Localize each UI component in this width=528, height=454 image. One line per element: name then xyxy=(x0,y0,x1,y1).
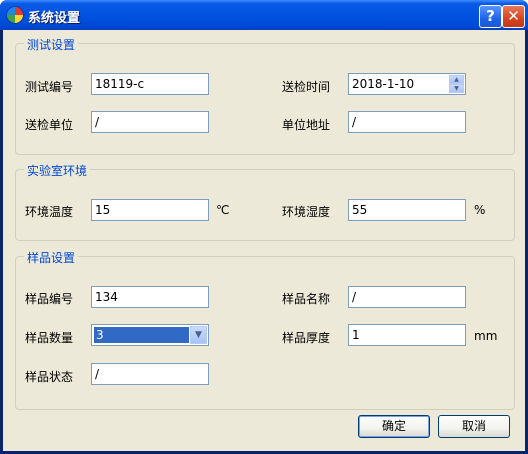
window-title: 系统设置 xyxy=(28,11,81,26)
thickness-field[interactable]: 1 xyxy=(348,324,466,346)
sample-count-select[interactable]: 3 ▼ xyxy=(91,324,209,346)
lab-environment-legend: 实验室环境 xyxy=(24,162,91,179)
test-settings-group: 测试设置 测试编号 18119-c 送检时间 2018-1-10 ▲ ▼ 送检单… xyxy=(15,36,515,155)
test-no-field[interactable]: 18119-c xyxy=(91,73,209,95)
close-button[interactable]: ✕ xyxy=(502,5,525,28)
sample-settings-group: 样品设置 样品编号 134 样品名称 / 样品数量 3 ▼ 样品厚度 1 mm … xyxy=(15,249,515,410)
send-time-label: 送检时间 xyxy=(282,80,331,94)
chevron-down-icon[interactable]: ▼ xyxy=(190,326,207,344)
date-spinner[interactable]: ▲ ▼ xyxy=(449,75,464,93)
color-wheel-icon xyxy=(7,7,23,23)
send-time-value: 2018-1-10 xyxy=(352,77,415,91)
test-settings-legend: 测试设置 xyxy=(24,36,79,53)
ok-button[interactable]: 确定 xyxy=(358,415,430,438)
sample-count-label: 样品数量 xyxy=(25,331,74,345)
thickness-label: 样品厚度 xyxy=(282,331,331,345)
thickness-unit: mm xyxy=(474,329,498,343)
send-unit-label: 送检单位 xyxy=(25,118,74,132)
unit-address-label: 单位地址 xyxy=(282,118,331,132)
sample-state-field[interactable]: / xyxy=(91,363,209,385)
help-button[interactable]: ? xyxy=(479,5,502,28)
humidity-label: 环境湿度 xyxy=(282,205,331,219)
sample-state-label: 样品状态 xyxy=(25,370,74,384)
spin-up-icon[interactable]: ▲ xyxy=(449,75,464,84)
spin-down-icon[interactable]: ▼ xyxy=(449,84,464,93)
send-unit-field[interactable]: / xyxy=(91,111,209,133)
lab-environment-group: 实验室环境 环境温度 15 ℃ 环境湿度 55 % xyxy=(15,162,515,241)
test-no-label: 测试编号 xyxy=(25,80,74,94)
sample-name-label: 样品名称 xyxy=(282,292,331,306)
unit-address-field[interactable]: / xyxy=(348,111,466,133)
sample-settings-legend: 样品设置 xyxy=(24,249,79,266)
send-time-field[interactable]: 2018-1-10 ▲ ▼ xyxy=(348,73,466,95)
temperature-label: 环境温度 xyxy=(25,205,74,219)
sample-no-field[interactable]: 134 xyxy=(91,286,209,308)
cancel-button[interactable]: 取消 xyxy=(438,415,510,438)
sample-no-label: 样品编号 xyxy=(25,292,74,306)
humidity-unit: % xyxy=(474,203,486,217)
temperature-field[interactable]: 15 xyxy=(91,199,209,221)
temperature-unit: ℃ xyxy=(216,203,230,217)
sample-count-selected: 3 xyxy=(94,327,189,343)
humidity-field[interactable]: 55 xyxy=(348,199,466,221)
title-bar[interactable]: 系统设置 ? ✕ xyxy=(0,0,528,30)
system-settings-window: 系统设置 ? ✕ 测试设置 测试编号 18119-c 送检时间 2018-1-1… xyxy=(0,0,528,454)
dialog-body: 测试设置 测试编号 18119-c 送检时间 2018-1-10 ▲ ▼ 送检单… xyxy=(3,30,525,451)
sample-name-field[interactable]: / xyxy=(348,286,466,308)
